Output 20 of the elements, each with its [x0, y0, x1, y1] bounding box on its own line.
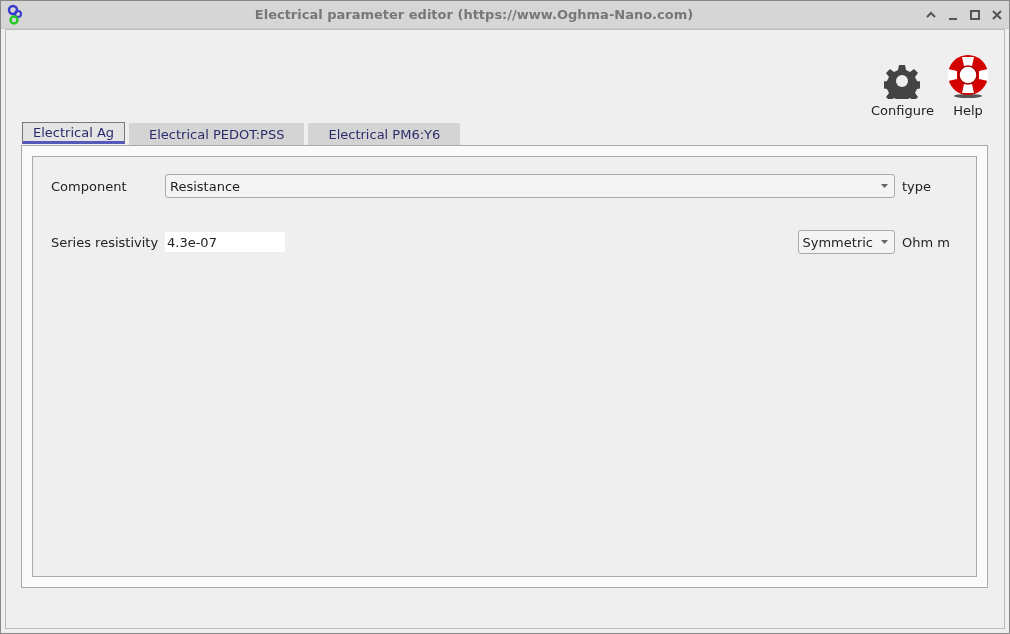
unit-label: type	[901, 178, 933, 194]
window-title: Electrical parameter editor (https://www.Oghma-Nano.com)	[253, 7, 695, 22]
tab[interactable]: Electrical PM6:Y6	[308, 123, 461, 145]
help-button[interactable]: Help	[946, 55, 990, 118]
close-icon[interactable]	[991, 8, 1003, 21]
tab[interactable]: Electrical PEDOT:PSS	[129, 123, 305, 145]
dropdown[interactable]: Resistance	[165, 174, 895, 198]
maximize-icon[interactable]	[969, 8, 981, 21]
unit-label: Ohm m	[901, 234, 951, 250]
configure-button[interactable]: Configure	[871, 63, 934, 118]
caret-icon	[881, 184, 888, 188]
field-label: Series resistivity	[51, 234, 159, 250]
gear-icon	[884, 63, 921, 99]
lifebuoy-icon	[946, 55, 990, 99]
field-label: Component	[51, 178, 128, 194]
input-field[interactable]: 4.3e-07	[165, 232, 285, 252]
caret-icon	[881, 240, 888, 244]
dropdown[interactable]: Symmetric	[797, 230, 895, 254]
tab[interactable]: Electrical Ag	[22, 122, 126, 144]
gears-icon	[7, 3, 23, 26]
